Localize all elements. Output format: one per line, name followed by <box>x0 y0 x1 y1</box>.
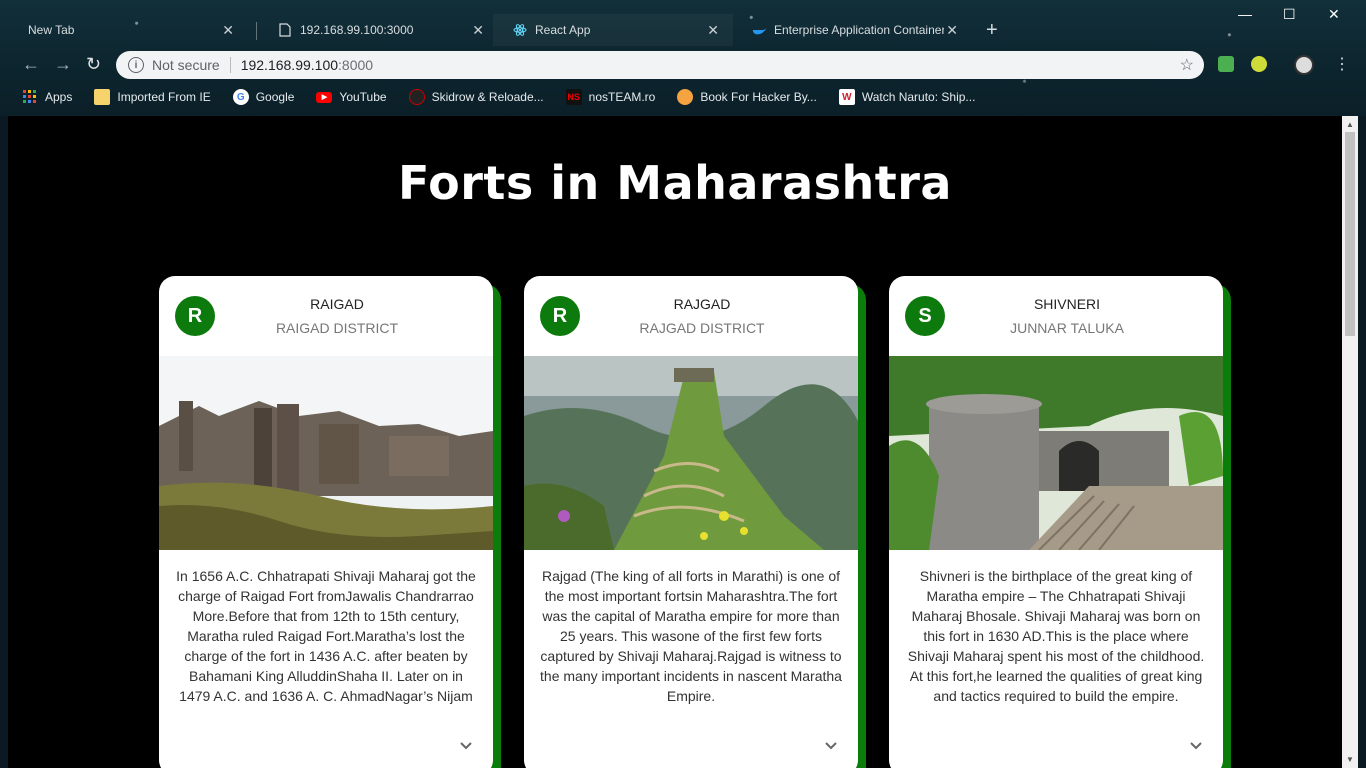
back-icon[interactable]: ← <box>22 54 40 75</box>
avatar: S <box>905 296 945 336</box>
menu-icon[interactable]: ⋮ <box>1334 54 1350 74</box>
card: R RAJGAD RAJGAD DISTRICT Rajgad (The kin… <box>524 276 858 768</box>
card-description: In 1656 A.C. Chhatrapati Shivaji Maharaj… <box>176 568 476 704</box>
divider <box>229 57 231 73</box>
card-header: S SHIVNERI JUNNAR TALUKA <box>889 276 1223 356</box>
chevron-down-icon[interactable] <box>459 738 473 754</box>
card-description: Shivneri is the birthplace of the great … <box>907 568 1205 704</box>
bookmark-label: Skidrow & Reloade... <box>431 90 544 104</box>
tab-title: 192.168.99.100:3000 <box>300 23 414 37</box>
address-bar[interactable]: i Not secure 192.168.99.100 :8000 ☆ <box>116 51 1204 79</box>
info-icon[interactable]: i <box>128 57 144 73</box>
bookmark-imported-ie[interactable]: Imported From IE <box>94 89 211 105</box>
tab-divider <box>256 22 257 40</box>
tab-react-app[interactable]: React App ✕ <box>493 14 733 46</box>
react-icon <box>513 23 527 37</box>
nosteam-icon: NS <box>565 89 582 105</box>
skidrow-icon <box>408 89 425 105</box>
close-icon[interactable]: ✕ <box>707 22 719 39</box>
tab-title: New Tab <box>28 23 75 37</box>
extension-circle-icon[interactable] <box>1251 56 1267 72</box>
card-title: SHIVNERI <box>1033 296 1101 312</box>
new-tab-button[interactable]: + <box>986 19 998 42</box>
page-viewport: Forts in Maharashtra R RAIGAD RAIGAD DIS… <box>8 116 1358 768</box>
bookmark-naruto[interactable]: W Watch Naruto: Ship... <box>838 89 976 105</box>
url-host: 192.168.99.100 <box>240 57 339 73</box>
tab-enterprise-app[interactable]: Enterprise Application Container ✕ <box>732 14 972 46</box>
card: R RAIGAD RAIGAD DISTRICT In 1656 A.C. Ch… <box>159 276 493 768</box>
card-description: Rajgad (The king of all forts in Marathi… <box>540 568 842 704</box>
maximize-icon[interactable]: ☐ <box>1283 6 1296 23</box>
tab-title: React App <box>535 23 591 37</box>
card-title: RAIGAD <box>310 296 364 312</box>
close-window-icon[interactable]: ✕ <box>1328 6 1340 23</box>
document-icon <box>278 23 292 37</box>
card-title: RAJGAD <box>673 296 731 312</box>
bookmark-label: Watch Naruto: Ship... <box>861 90 976 104</box>
w-icon: W <box>838 89 855 105</box>
avatar: R <box>540 296 580 336</box>
google-icon: G <box>232 89 249 105</box>
bookmark-book-hacker[interactable]: Book For Hacker By... <box>677 89 817 105</box>
bookmark-label: YouTube <box>339 90 387 104</box>
bookmark-label: Google <box>255 90 295 104</box>
bookmark-label: Imported From IE <box>117 90 211 104</box>
scroll-thumb[interactable] <box>1345 132 1355 336</box>
fort-card-shivneri: S SHIVNERI JUNNAR TALUKA Shivneri is the… <box>889 276 1231 768</box>
fort-image <box>159 356 493 550</box>
fort-card-rajgad: R RAJGAD RAJGAD DISTRICT Rajgad (The kin… <box>524 276 866 768</box>
card-header: R RAIGAD RAIGAD DISTRICT <box>159 276 493 356</box>
chevron-down-icon[interactable] <box>824 738 838 754</box>
tab-new-tab[interactable]: New Tab ✕ <box>8 14 248 46</box>
book-icon <box>677 89 694 105</box>
card-subtitle: RAJGAD DISTRICT <box>639 320 765 336</box>
security-label: Not secure <box>152 57 220 73</box>
bookmark-skidrow[interactable]: Skidrow & Reloade... <box>408 89 544 105</box>
bookmark-label: nosTEAM.ro <box>588 90 656 104</box>
card-subtitle: RAIGAD DISTRICT <box>275 320 399 336</box>
fort-image <box>524 356 858 550</box>
scroll-up-icon[interactable]: ▲ <box>1346 120 1354 129</box>
avatar: R <box>175 296 215 336</box>
fort-card-raigad: R RAIGAD RAIGAD DISTRICT In 1656 A.C. Ch… <box>159 276 501 768</box>
close-icon[interactable]: ✕ <box>222 22 234 39</box>
apps-grid-icon <box>22 89 38 105</box>
tab-strip: New Tab ✕ 192.168.99.100:3000 ✕ React Ap… <box>8 14 1208 46</box>
docker-icon <box>752 23 766 37</box>
tab-ip-3000[interactable]: 192.168.99.100:3000 ✕ <box>258 14 498 46</box>
card-header: R RAJGAD RAJGAD DISTRICT <box>524 276 858 356</box>
bookmark-google[interactable]: G Google <box>232 89 295 105</box>
bookmark-star-icon[interactable]: ☆ <box>1180 55 1194 75</box>
bookmark-nosteam[interactable]: NS nosTEAM.ro <box>565 89 656 105</box>
bookmarks-bar: Apps Imported From IE G Google ▶ YouTube… <box>22 86 1322 108</box>
reload-icon[interactable]: ↻ <box>86 54 101 75</box>
bookmark-youtube[interactable]: ▶ YouTube <box>316 90 387 104</box>
bookmark-apps[interactable]: Apps <box>22 89 72 105</box>
profile-avatar-icon[interactable] <box>1294 55 1314 75</box>
close-icon[interactable]: ✕ <box>472 22 484 39</box>
folder-icon <box>94 89 111 105</box>
page-title: Forts in Maharashtra <box>398 156 952 210</box>
youtube-icon: ▶ <box>316 91 333 103</box>
url-port: :8000 <box>338 57 374 73</box>
bookmark-label: Apps <box>45 90 73 104</box>
fort-image <box>889 356 1223 550</box>
close-icon[interactable]: ✕ <box>946 22 958 39</box>
minimize-icon[interactable]: — <box>1238 6 1252 22</box>
scroll-down-icon[interactable]: ▼ <box>1346 755 1354 764</box>
browser-toolbar: ← → ↻ i Not secure 192.168.99.100 :8000 … <box>8 48 1358 82</box>
card: S SHIVNERI JUNNAR TALUKA Shivneri is the… <box>889 276 1223 768</box>
bookmark-label: Book For Hacker By... <box>700 90 817 104</box>
tab-title: Enterprise Application Container <box>774 23 944 37</box>
forward-icon[interactable]: → <box>54 54 72 75</box>
chevron-down-icon[interactable] <box>1189 738 1203 754</box>
extension-shield-icon[interactable] <box>1218 56 1234 72</box>
vertical-scrollbar[interactable]: ▲ ▼ <box>1342 116 1358 768</box>
card-subtitle: JUNNAR TALUKA <box>1010 320 1124 336</box>
browser-chrome: New Tab ✕ 192.168.99.100:3000 ✕ React Ap… <box>0 0 1366 116</box>
